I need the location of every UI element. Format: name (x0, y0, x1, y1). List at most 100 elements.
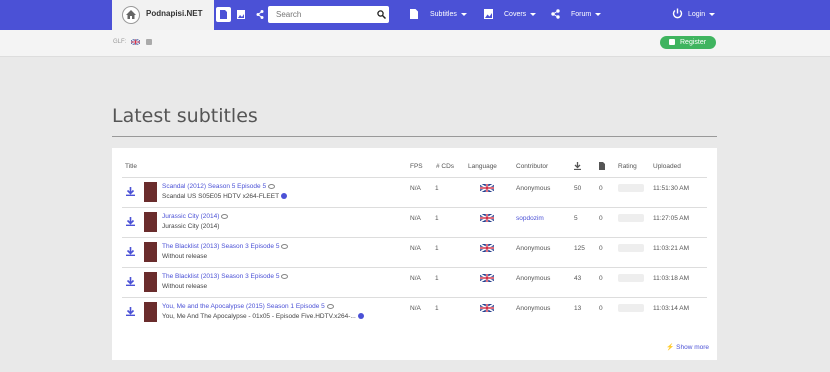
header-uploaded[interactable]: Uploaded (653, 163, 681, 170)
search-type-covers-button[interactable] (233, 7, 248, 22)
page-title: Latest subtitles (112, 105, 258, 127)
rating-bar (618, 244, 644, 252)
subtitle-title[interactable]: Jurassic City (2014) (162, 213, 219, 220)
subtitle-title-link[interactable]: Scandal (2012) Season 5 Episode 5 (162, 183, 276, 190)
search-icon[interactable] (377, 10, 386, 19)
nav-subtitles-label: Subtitles (430, 11, 457, 18)
contributor[interactable]: sopdozim (516, 215, 544, 222)
contributor: Anonymous (516, 275, 551, 282)
release-text: Without release (162, 253, 208, 260)
title-divider (112, 136, 717, 137)
release-text: Scandal US S05E05 HDTV x264-FLEET (162, 193, 280, 200)
comments-count: 0 (599, 185, 603, 192)
brand-name[interactable]: Podnapisi.NET (146, 9, 202, 18)
table-row: The Blacklist (2013) Season 3 Episode 5 W… (122, 267, 707, 299)
header-downloads-icon[interactable] (574, 162, 581, 170)
header-comments-icon[interactable] (599, 162, 605, 170)
eye-icon (221, 213, 229, 219)
uk-flag-icon (480, 184, 494, 192)
poster-thumbnail[interactable] (144, 302, 157, 322)
header-rating[interactable]: Rating (618, 163, 637, 170)
language-filter-bar: GLF: Register (0, 30, 830, 57)
table-row: The Blacklist (2013) Season 3 Episode 5 W… (122, 237, 707, 269)
downloads-count: 50 (574, 185, 582, 192)
edit-icon (669, 39, 675, 45)
glf-label: GLF: (113, 39, 127, 45)
release-name: You, Me And The Apocalypse - 01x05 - Epi… (162, 313, 364, 320)
remove-language-icon[interactable] (146, 39, 152, 45)
contributor: Anonymous (516, 305, 551, 312)
uploaded-time: 11:51:30 AM (653, 185, 690, 192)
rating-bar (618, 184, 644, 192)
image-icon (237, 10, 245, 19)
fps-value: N/A (410, 305, 421, 312)
subtitles-table: Title FPS # CDs Language Contributor Rat… (112, 148, 717, 360)
header-title[interactable]: Title (125, 163, 137, 170)
downloads-count: 125 (574, 245, 585, 252)
fps-value: N/A (410, 245, 421, 252)
nav-subtitles[interactable]: Subtitles (410, 9, 472, 21)
eye-icon (326, 303, 334, 309)
uk-flag-icon[interactable] (131, 39, 140, 45)
contributor: Anonymous (516, 185, 551, 192)
caret-down-icon (460, 12, 467, 16)
uk-flag-icon (480, 304, 494, 312)
subtitle-title[interactable]: The Blacklist (2013) Season 3 Episode 5 (162, 273, 279, 280)
subtitle-title-link[interactable]: The Blacklist (2013) Season 3 Episode 5 (162, 243, 289, 250)
nav-covers[interactable]: Covers (484, 9, 540, 21)
rating-bar (618, 214, 644, 222)
subtitle-title[interactable]: You, Me and the Apocalypse (2015) Season… (162, 303, 325, 310)
home-icon[interactable] (122, 6, 140, 24)
subtitle-title[interactable]: Scandal (2012) Season 5 Episode 5 (162, 183, 266, 190)
show-more-link[interactable]: ⚡ Show more (666, 343, 709, 351)
release-name: Without release (162, 253, 207, 260)
uk-flag-icon (480, 214, 494, 222)
caret-down-icon (530, 12, 537, 16)
header-contributor[interactable]: Contributor (516, 163, 548, 170)
more-releases-icon[interactable] (357, 313, 364, 320)
poster-thumbnail[interactable] (144, 272, 157, 292)
table-row: Jurassic City (2014) Jurassic City (2014)… (122, 207, 707, 239)
poster-thumbnail[interactable] (144, 242, 157, 262)
more-releases-icon[interactable] (281, 193, 288, 200)
header-language[interactable]: Language (468, 163, 497, 170)
uk-flag-icon (480, 244, 494, 252)
nav-covers-label: Covers (504, 11, 527, 18)
search-type-subtitles-button[interactable] (216, 7, 231, 22)
subtitle-title-link[interactable]: Jurassic City (2014) (162, 213, 229, 220)
release-text: Jurassic City (2014) (162, 223, 220, 230)
share-icon (551, 9, 560, 19)
poster-thumbnail[interactable] (144, 212, 157, 232)
download-icon[interactable] (126, 307, 135, 316)
download-icon[interactable] (126, 277, 135, 286)
brand-block[interactable]: Podnapisi.NET (112, 0, 214, 30)
downloads-count: 43 (574, 275, 582, 282)
search-input[interactable] (268, 6, 381, 23)
download-icon[interactable] (126, 247, 135, 256)
poster-thumbnail[interactable] (144, 182, 157, 202)
cds-value: 1 (435, 245, 439, 252)
table-row: Scandal (2012) Season 5 Episode 5 Scandal… (122, 177, 707, 209)
search-box[interactable] (268, 6, 389, 23)
release-name: Scandal US S05E05 HDTV x264-FLEET (162, 193, 288, 200)
uploaded-time: 11:03:21 AM (653, 245, 690, 252)
cds-value: 1 (435, 215, 439, 222)
eye-icon (281, 243, 289, 249)
subtitle-title[interactable]: The Blacklist (2013) Season 3 Episode 5 (162, 243, 279, 250)
register-label: Register (680, 39, 707, 46)
download-icon[interactable] (126, 217, 135, 226)
header-cds[interactable]: # CDs (436, 163, 454, 170)
release-name: Without release (162, 283, 207, 290)
comments-count: 0 (599, 245, 603, 252)
power-icon (672, 8, 683, 19)
nav-login[interactable]: Login (672, 8, 718, 20)
header-fps[interactable]: FPS (410, 163, 423, 170)
register-button[interactable]: Register (660, 36, 716, 49)
download-icon[interactable] (126, 187, 135, 196)
cds-value: 1 (435, 185, 439, 192)
subtitle-title-link[interactable]: You, Me and the Apocalypse (2015) Season… (162, 303, 334, 310)
subtitle-title-link[interactable]: The Blacklist (2013) Season 3 Episode 5 (162, 273, 289, 280)
share-icon (256, 10, 264, 19)
nav-forum[interactable]: Forum (551, 9, 605, 21)
fps-value: N/A (410, 275, 421, 282)
